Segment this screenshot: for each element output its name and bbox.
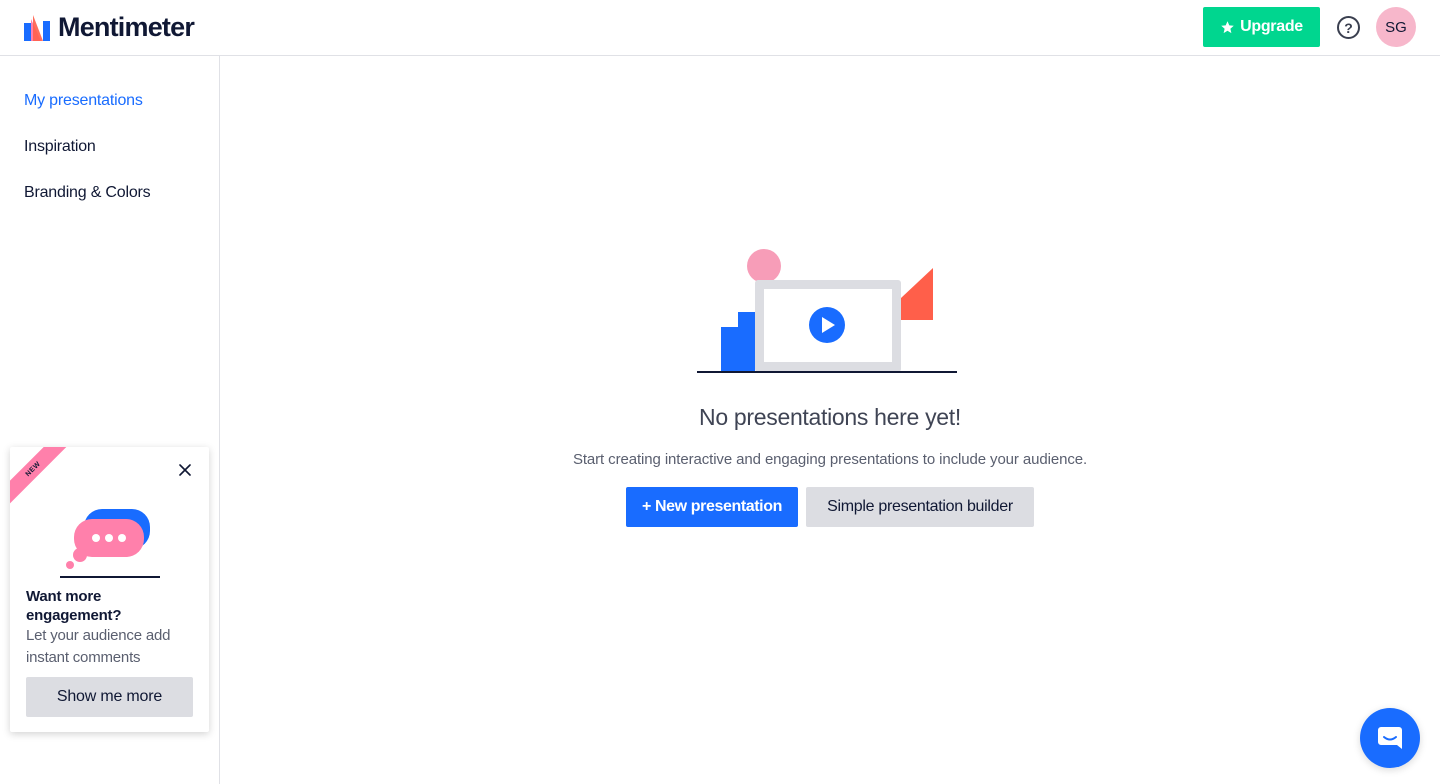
chat-launcher-button[interactable] bbox=[1360, 708, 1420, 768]
chat-bubble-icon bbox=[1378, 727, 1402, 749]
avatar-initials: SG bbox=[1385, 18, 1407, 36]
empty-state-title: No presentations here yet! bbox=[699, 404, 961, 430]
star-icon bbox=[1221, 20, 1234, 33]
promo-close-button[interactable] bbox=[176, 461, 194, 479]
question-circle-icon: ? bbox=[1344, 19, 1353, 36]
promo-card: NEW Want more engagement? Let your audie… bbox=[10, 447, 209, 732]
user-avatar[interactable]: SG bbox=[1376, 7, 1416, 47]
promo-description: Let your audience add instant comments bbox=[26, 627, 171, 666]
mentimeter-logo[interactable]: Mentimeter bbox=[24, 12, 195, 43]
new-ribbon-label: NEW bbox=[24, 460, 42, 478]
close-icon bbox=[179, 464, 191, 476]
top-header: Mentimeter Upgrade ? SG bbox=[0, 0, 1440, 56]
simple-presentation-builder-button[interactable]: Simple presentation builder bbox=[806, 487, 1034, 527]
sidebar-item-branding-colors[interactable]: Branding & Colors bbox=[24, 184, 151, 202]
presentation-play-illustration bbox=[697, 249, 957, 373]
help-button[interactable]: ? bbox=[1337, 16, 1360, 39]
new-ribbon: NEW bbox=[10, 447, 71, 507]
empty-state-subtitle: Start creating interactive and engaging … bbox=[572, 451, 1088, 468]
upgrade-button[interactable]: Upgrade bbox=[1203, 7, 1320, 47]
promo-title: Want more engagement? bbox=[26, 588, 122, 624]
logo-mark-icon bbox=[24, 14, 50, 41]
sidebar-item-inspiration[interactable]: Inspiration bbox=[24, 138, 96, 156]
upgrade-label: Upgrade bbox=[1240, 18, 1303, 35]
comment-bubbles-illustration bbox=[60, 509, 160, 578]
sidebar-item-my-presentations[interactable]: My presentations bbox=[24, 92, 143, 110]
new-presentation-button[interactable]: + New presentation bbox=[626, 487, 798, 527]
brand-name: Mentimeter bbox=[58, 12, 195, 42]
show-me-more-button[interactable]: Show me more bbox=[26, 677, 193, 717]
